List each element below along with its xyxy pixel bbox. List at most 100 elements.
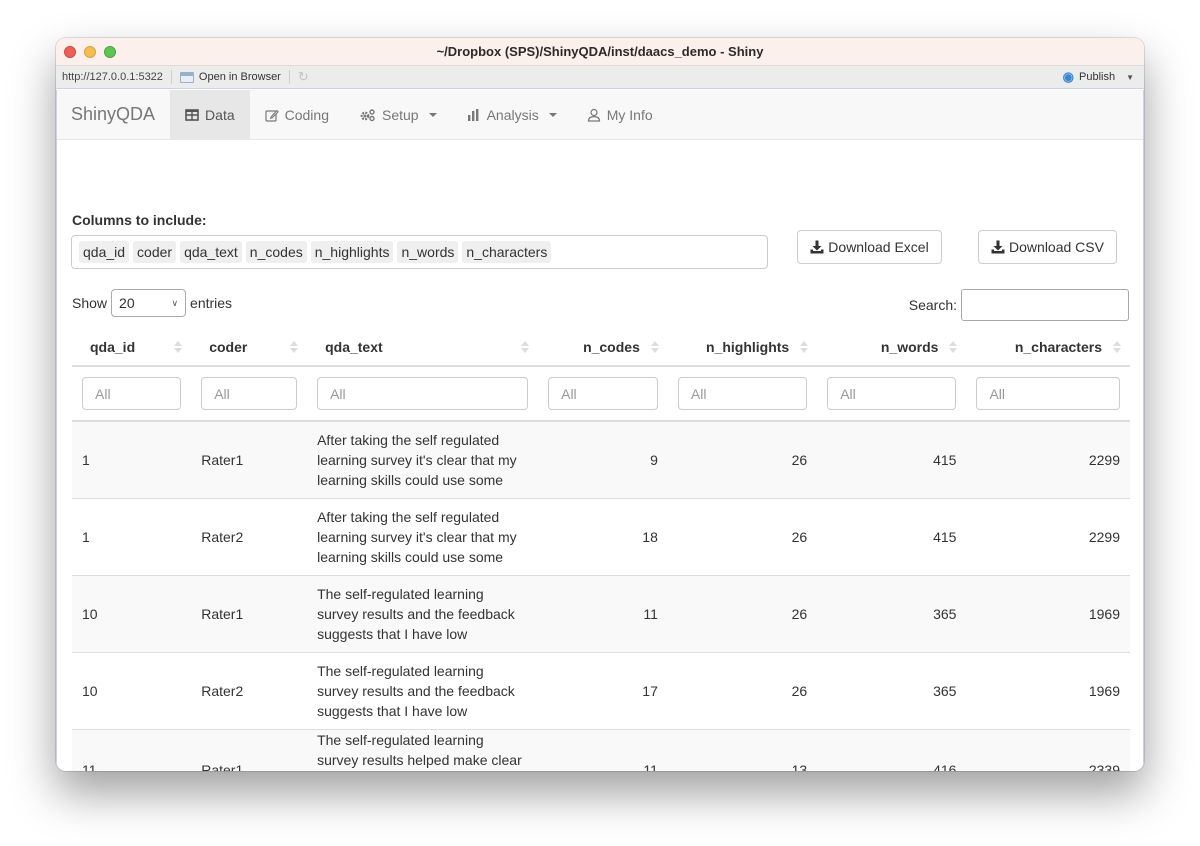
download-icon xyxy=(810,240,824,254)
cell-n-characters: 2339 xyxy=(966,729,1130,771)
publish-button[interactable]: ◉ Publish ▼ xyxy=(1063,69,1134,85)
show-label: Show xyxy=(72,295,108,311)
column-chip[interactable]: qda_text xyxy=(180,241,242,263)
download-excel-button[interactable]: Download Excel xyxy=(797,230,942,264)
url-text[interactable]: http://127.0.0.1:5322 xyxy=(62,71,163,83)
tab-data-label: Data xyxy=(205,106,235,123)
cell-n-characters: 2299 xyxy=(966,421,1130,499)
publish-icon: ◉ xyxy=(1062,69,1074,84)
cell-n-highlights: 26 xyxy=(667,652,818,730)
user-icon xyxy=(587,108,600,122)
cell-n-codes: 18 xyxy=(538,498,668,576)
columns-include-select[interactable]: qda_id coder qda_text n_codes n_highligh… xyxy=(71,235,768,269)
filter-row: All All All All All All All xyxy=(72,366,1130,422)
cell-qda-id: 11 xyxy=(72,729,192,771)
title-bar: ~/Dropbox (SPS)/ShinyQDA/inst/daacs_demo… xyxy=(56,38,1144,66)
entries-label: entries xyxy=(190,295,233,311)
cell-n-words: 416 xyxy=(817,729,967,771)
cell-n-highlights: 26 xyxy=(667,421,818,499)
search-input[interactable] xyxy=(961,289,1129,321)
sort-icon xyxy=(289,341,299,355)
sort-icon xyxy=(1112,341,1122,355)
table-row[interactable]: 1 Rater1 After taking the self regulated… xyxy=(72,421,1130,499)
shiny-app: ShinyQDA Data Coding Setup Analysis My I… xyxy=(56,90,1144,771)
minimize-window-button[interactable] xyxy=(84,46,96,58)
filter-input-n-words[interactable]: All xyxy=(827,377,957,410)
column-chip[interactable]: n_highlights xyxy=(310,241,394,263)
column-header-qda-text[interactable]: qda_text xyxy=(307,329,539,367)
column-header-n-codes[interactable]: n_codes xyxy=(538,329,668,367)
tab-setup-label: Setup xyxy=(382,106,419,123)
cell-coder: Rater2 xyxy=(191,652,308,730)
table-row[interactable]: 10 Rater1 The self-regulated learning su… xyxy=(72,575,1130,653)
column-chip[interactable]: qda_id xyxy=(79,241,130,263)
filter-input-n-characters[interactable]: All xyxy=(976,377,1120,410)
tab-data[interactable]: Data xyxy=(170,90,250,139)
tab-setup[interactable]: Setup xyxy=(344,90,452,139)
filter-input-n-highlights[interactable]: All xyxy=(677,377,808,410)
download-icon xyxy=(991,240,1005,254)
cell-n-highlights: 13 xyxy=(667,729,818,771)
column-header-qda-id[interactable]: qda_id xyxy=(72,329,192,367)
cell-qda-text: After taking the self regulated learning… xyxy=(307,421,539,499)
cell-qda-text: The self-regulated learning survey resul… xyxy=(307,729,539,771)
table-row[interactable]: 11 Rater1 The self-regulated learning su… xyxy=(72,729,1130,771)
tab-analysis[interactable]: Analysis xyxy=(452,90,572,139)
cell-coder: Rater1 xyxy=(191,421,308,499)
cell-qda-id: 1 xyxy=(72,421,192,499)
cell-coder: Rater1 xyxy=(191,575,308,653)
divider xyxy=(170,70,172,84)
filter-input-qda-text[interactable]: All xyxy=(317,377,529,410)
refresh-icon[interactable]: ↻ xyxy=(298,69,309,85)
chevron-down-icon: ∨ xyxy=(171,297,179,308)
column-chip[interactable]: n_words xyxy=(397,241,459,263)
filter-input-qda-id[interactable]: All xyxy=(82,377,182,410)
data-table: qda_id coder qda_text n_codes n_highligh… xyxy=(72,329,1130,771)
cell-n-highlights: 26 xyxy=(667,498,818,576)
page-length-value: 20 xyxy=(119,295,135,311)
column-chip[interactable]: n_codes xyxy=(245,241,307,263)
caret-down-icon xyxy=(428,112,437,117)
table-row[interactable]: 10 Rater2 The self-regulated learning su… xyxy=(72,652,1130,730)
divider xyxy=(288,70,290,84)
column-chip[interactable]: coder xyxy=(133,241,177,263)
close-window-button[interactable] xyxy=(64,46,76,58)
open-in-browser-label: Open in Browser xyxy=(198,71,281,83)
download-csv-label: Download CSV xyxy=(1009,239,1104,255)
column-header-n-words[interactable]: n_words xyxy=(817,329,967,367)
cell-coder: Rater2 xyxy=(191,498,308,576)
window-title: ~/Dropbox (SPS)/ShinyQDA/inst/daacs_demo… xyxy=(436,44,764,59)
cell-qda-text: The self-regulated learning survey resul… xyxy=(307,575,539,653)
navbar-brand[interactable]: ShinyQDA xyxy=(57,90,170,139)
column-header-n-characters[interactable]: n_characters xyxy=(966,329,1130,367)
cell-qda-text: After taking the self regulated learning… xyxy=(307,498,539,576)
sort-icon xyxy=(173,341,183,355)
cell-n-words: 365 xyxy=(817,652,967,730)
cell-n-characters: 1969 xyxy=(966,575,1130,653)
page-length-select[interactable]: 20 ∨ xyxy=(111,289,187,317)
tab-coding-label: Coding xyxy=(284,106,329,123)
address-bar: http://127.0.0.1:5322 Open in Browser ↻ … xyxy=(56,66,1144,89)
gears-icon xyxy=(360,108,375,121)
sort-icon xyxy=(520,341,530,355)
browser-window-icon xyxy=(179,71,194,83)
cell-n-codes: 17 xyxy=(538,652,668,730)
cell-n-codes: 11 xyxy=(538,729,668,771)
tab-coding[interactable]: Coding xyxy=(250,90,344,139)
download-excel-label: Download Excel xyxy=(828,239,929,255)
column-header-coder[interactable]: coder xyxy=(191,329,308,367)
column-chip[interactable]: n_characters xyxy=(462,241,552,263)
tab-my-info[interactable]: My Info xyxy=(572,90,668,139)
download-csv-button[interactable]: Download CSV xyxy=(978,230,1117,264)
cell-qda-text: The self-regulated learning survey resul… xyxy=(307,652,539,730)
filter-input-n-codes[interactable]: All xyxy=(548,377,658,410)
cell-n-codes: 9 xyxy=(538,421,668,499)
open-in-browser-button[interactable]: Open in Browser xyxy=(179,71,281,83)
cell-n-characters: 1969 xyxy=(966,652,1130,730)
cell-n-codes: 11 xyxy=(538,575,668,653)
filter-input-coder[interactable]: All xyxy=(201,377,298,410)
table-row[interactable]: 1 Rater2 After taking the self regulated… xyxy=(72,498,1130,576)
maximize-window-button[interactable] xyxy=(104,46,116,58)
table-search: Search: xyxy=(909,289,1129,321)
column-header-n-highlights[interactable]: n_highlights xyxy=(667,329,818,367)
